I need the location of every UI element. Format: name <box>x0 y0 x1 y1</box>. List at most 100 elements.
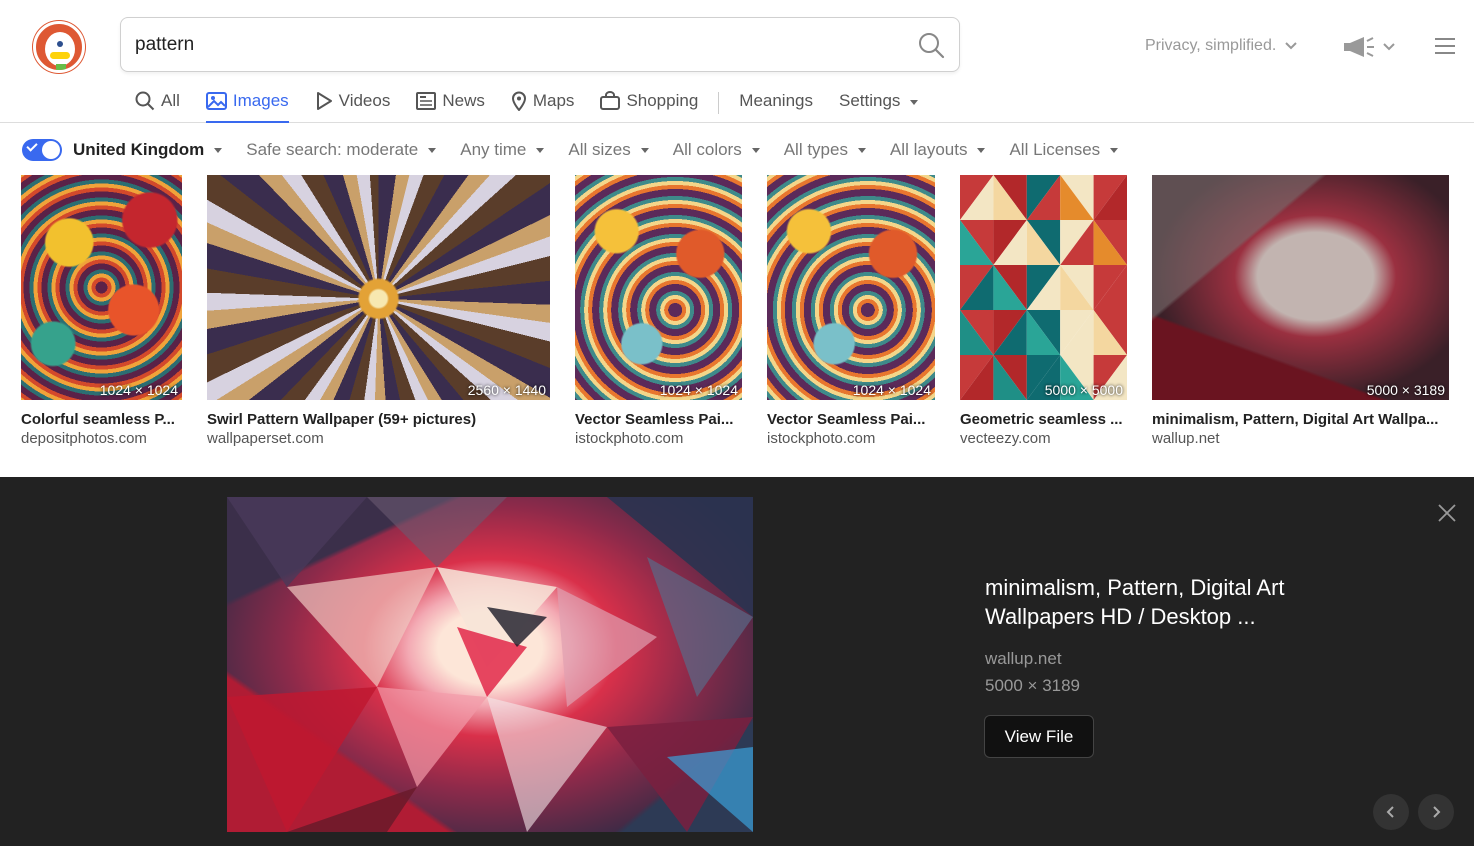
geometric-pattern <box>960 175 1127 400</box>
chevron-left-icon <box>1386 806 1394 818</box>
search-box <box>120 17 960 72</box>
tab-maps[interactable]: Maps <box>511 89 575 123</box>
tab-shopping-label: Shopping <box>626 91 699 110</box>
polygon-art <box>227 497 753 832</box>
tab-maps-label: Maps <box>532 91 575 110</box>
duckduckgo-logo[interactable] <box>33 21 85 73</box>
image-preview-panel: minimalism, Pattern, Digital Art Wallpap… <box>0 477 1474 846</box>
image-result[interactable]: 1024 × 1024 Vector Seamless Pai... istoc… <box>575 175 742 447</box>
privacy-label: Privacy, simplified. <box>1145 37 1277 54</box>
image-dimensions: 5000 × 3189 <box>1366 382 1445 398</box>
tab-all[interactable]: All <box>135 89 180 123</box>
result-source[interactable]: istockphoto.com <box>575 430 742 447</box>
color-label: All colors <box>672 140 742 159</box>
caret-down-icon <box>857 147 866 153</box>
result-source[interactable]: depositphotos.com <box>21 430 182 447</box>
image-result[interactable]: 1024 × 1024 Vector Seamless Pai... istoc… <box>767 175 935 447</box>
chevron-down-icon <box>1383 43 1395 51</box>
image-result[interactable]: 5000 × 5000 Geometric seamless ... vecte… <box>960 175 1127 447</box>
caret-down-icon <box>977 147 986 153</box>
settings-dropdown[interactable]: Settings <box>839 89 919 123</box>
result-title[interactable]: Geometric seamless ... <box>960 411 1127 428</box>
view-file-button[interactable]: View File <box>984 715 1094 758</box>
result-title[interactable]: Vector Seamless Pai... <box>767 411 935 428</box>
type-dropdown[interactable]: All types <box>784 140 866 160</box>
map-pin-icon <box>511 91 526 111</box>
newspaper-icon <box>416 92 437 110</box>
result-title[interactable]: Swirl Pattern Wallpaper (59+ pictures) <box>207 411 550 428</box>
image-dimensions: 2560 × 1440 <box>467 382 546 398</box>
caret-down-icon <box>640 147 649 153</box>
nav-divider <box>718 92 720 114</box>
license-dropdown[interactable]: All Licenses <box>1009 140 1119 160</box>
layout-dropdown[interactable]: All layouts <box>890 140 986 160</box>
caret-down-icon <box>1110 147 1119 153</box>
caret-down-icon <box>428 147 437 153</box>
region-label: United Kingdom <box>73 140 205 159</box>
whats-new-dropdown[interactable] <box>1342 36 1396 58</box>
close-icon[interactable] <box>1437 503 1457 523</box>
preview-source[interactable]: wallup.net <box>985 649 1062 669</box>
image-dimensions: 1024 × 1024 <box>852 382 931 398</box>
tab-videos[interactable]: Videos <box>315 89 391 123</box>
privacy-dropdown[interactable]: Privacy, simplified. <box>1145 37 1298 55</box>
result-thumbnail[interactable]: 5000 × 3189 <box>1152 175 1449 400</box>
next-image-button[interactable] <box>1418 794 1454 830</box>
search-input[interactable] <box>135 32 895 58</box>
size-dropdown[interactable]: All sizes <box>568 140 649 160</box>
menu-icon[interactable] <box>1435 38 1455 54</box>
result-source[interactable]: wallpaperset.com <box>207 430 550 447</box>
result-thumbnail[interactable]: 1024 × 1024 <box>21 175 182 400</box>
tab-meanings[interactable]: Meanings <box>739 89 813 123</box>
previous-image-button[interactable] <box>1373 794 1409 830</box>
tab-videos-label: Videos <box>338 91 391 110</box>
play-icon <box>316 92 332 110</box>
search-icon <box>135 91 155 111</box>
megaphone-icon <box>1344 37 1374 57</box>
result-title[interactable]: Vector Seamless Pai... <box>575 411 742 428</box>
search-icon[interactable] <box>917 31 945 59</box>
time-dropdown[interactable]: Any time <box>460 140 545 160</box>
chevron-down-icon <box>1285 42 1298 50</box>
result-title[interactable]: minimalism, Pattern, Digital Art Wallpa.… <box>1152 411 1449 428</box>
result-thumbnail[interactable]: 1024 × 1024 <box>575 175 742 400</box>
tab-news-label: News <box>442 91 485 110</box>
caret-down-icon <box>910 100 919 105</box>
caret-down-icon <box>214 147 223 153</box>
image-result[interactable]: 2560 × 1440 Swirl Pattern Wallpaper (59+… <box>207 175 550 447</box>
safe-search-label: Safe search: moderate <box>246 140 419 159</box>
tab-images-label: Images <box>232 91 289 110</box>
tab-shopping[interactable]: Shopping <box>600 89 698 123</box>
image-icon <box>205 92 227 110</box>
result-title[interactable]: Colorful seamless P... <box>21 411 182 428</box>
image-filters: United Kingdom Safe search: moderate Any… <box>22 138 1142 162</box>
tab-news[interactable]: News <box>416 89 485 123</box>
region-dropdown[interactable]: United Kingdom <box>73 140 223 160</box>
color-dropdown[interactable]: All colors <box>673 140 760 160</box>
caret-down-icon <box>536 147 545 153</box>
chevron-right-icon <box>1433 806 1441 818</box>
time-label: Any time <box>460 140 527 159</box>
image-dimensions: 1024 × 1024 <box>659 382 738 398</box>
image-dimensions: 5000 × 5000 <box>1044 382 1123 398</box>
preview-title[interactable]: minimalism, Pattern, Digital Art Wallpap… <box>985 573 1345 631</box>
image-dimensions: 1024 × 1024 <box>99 382 178 398</box>
region-toggle[interactable] <box>22 139 62 161</box>
result-thumbnail[interactable]: 5000 × 5000 <box>960 175 1127 400</box>
preview-dimensions: 5000 × 3189 <box>985 676 1081 695</box>
safe-search-dropdown[interactable]: Safe search: moderate <box>246 140 437 160</box>
result-source[interactable]: vecteezy.com <box>960 430 1127 447</box>
tab-all-label: All <box>161 91 180 110</box>
tab-meanings-label: Meanings <box>739 91 813 110</box>
result-thumbnail[interactable]: 2560 × 1440 <box>207 175 550 400</box>
result-source[interactable]: istockphoto.com <box>767 430 935 447</box>
tab-images[interactable]: Images <box>205 89 289 123</box>
license-label: All Licenses <box>1009 140 1101 159</box>
image-result[interactable]: 5000 × 3189 minimalism, Pattern, Digital… <box>1152 175 1449 447</box>
header: Privacy, simplified. All <box>0 0 1474 123</box>
result-source[interactable]: wallup.net <box>1152 430 1449 447</box>
result-thumbnail[interactable]: 1024 × 1024 <box>767 175 935 400</box>
settings-label: Settings <box>839 91 901 110</box>
preview-image[interactable] <box>227 497 753 832</box>
image-result[interactable]: 1024 × 1024 Colorful seamless P... depos… <box>21 175 182 447</box>
